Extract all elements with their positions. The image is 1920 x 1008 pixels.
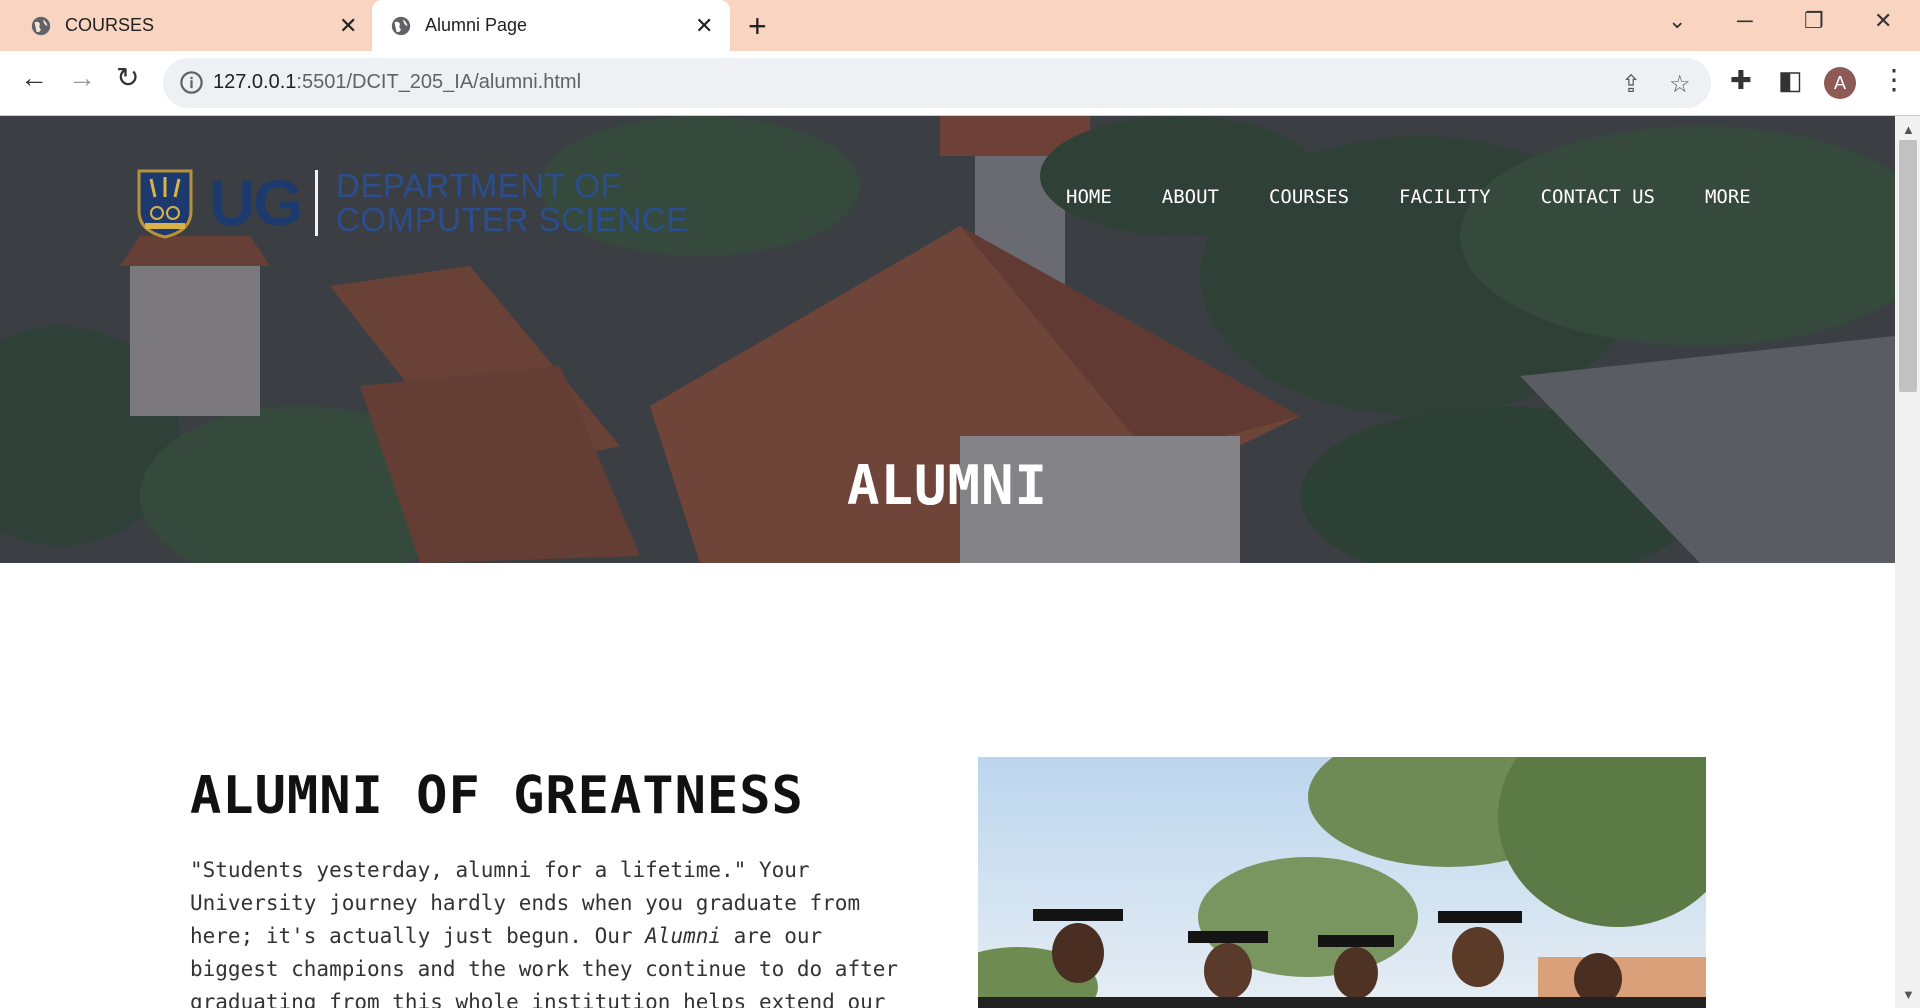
nav-about[interactable]: ABOUT: [1162, 186, 1219, 208]
share-icon[interactable]: ⇪: [1621, 70, 1641, 99]
alumni-emphasis: Alumni: [645, 924, 722, 948]
section-heading: ALUMNI OF GREATNESS: [190, 766, 804, 826]
logo-ug-text: UG: [209, 167, 303, 239]
page-viewport: UG DEPARTMENT OF COMPUTER SCIENCE HOME A…: [0, 116, 1895, 1008]
extensions-icon[interactable]: ✚: [1730, 65, 1752, 96]
browser-tab-bar: COURSES ✕ Alumni Page ✕ + ⌄ ─ ❐ ✕: [0, 0, 1920, 51]
bookmark-star-icon[interactable]: ☆: [1669, 70, 1691, 99]
window-close-icon[interactable]: ✕: [1874, 8, 1892, 34]
close-icon[interactable]: ✕: [695, 13, 713, 39]
new-tab-icon[interactable]: +: [748, 8, 767, 45]
tab-search-chevron-icon[interactable]: ⌄: [1668, 8, 1686, 34]
minimize-icon[interactable]: ─: [1737, 8, 1753, 34]
nav-home[interactable]: HOME: [1066, 186, 1112, 208]
tab-alumni-page[interactable]: Alumni Page ✕: [372, 0, 730, 51]
scrollbar-thumb[interactable]: [1899, 140, 1917, 392]
tab-title: COURSES: [65, 15, 155, 35]
site-nav: HOME ABOUT COURSES FACILITY CONTACT US M…: [1066, 186, 1801, 208]
tab-title: Alumni Page: [425, 15, 528, 35]
hero-title: ALUMNI: [846, 454, 1049, 517]
browser-menu-icon[interactable]: ⋮: [1880, 63, 1908, 96]
globe-icon: [31, 16, 51, 35]
nav-more[interactable]: MORE: [1705, 186, 1751, 208]
info-icon[interactable]: [178, 69, 205, 96]
back-arrow-icon[interactable]: ←: [20, 64, 48, 92]
browser-toolbar: ← → ↻ 127.0.0.1:5501/DCIT_205_IA/alumni.…: [0, 51, 1920, 116]
reload-icon[interactable]: ↻: [116, 64, 139, 92]
section-paragraph: "Students yesterday, alumni for a lifeti…: [190, 858, 899, 1008]
page-scrollbar[interactable]: ▲ ▼: [1895, 116, 1920, 1008]
nav-courses[interactable]: COURSES: [1269, 186, 1349, 208]
url-text[interactable]: 127.0.0.1:5501/DCIT_205_IA/alumni.html: [213, 71, 581, 94]
tab-courses[interactable]: COURSES ✕: [30, 0, 370, 51]
globe-icon: [391, 16, 411, 35]
university-crest-icon: [137, 169, 193, 239]
side-panel-icon[interactable]: ◧: [1778, 65, 1803, 96]
alumni-group-photo: [978, 757, 1706, 1008]
logo-department-line2: COMPUTER SCIENCE: [336, 201, 689, 238]
forward-arrow-icon[interactable]: →: [68, 64, 96, 92]
logo-department-line1: DEPARTMENT OF: [336, 167, 622, 204]
restore-icon[interactable]: ❐: [1804, 8, 1824, 34]
logo-department: DEPARTMENT OF COMPUTER SCIENCE: [336, 169, 689, 237]
hero-banner: UG DEPARTMENT OF COMPUTER SCIENCE HOME A…: [0, 116, 1895, 563]
nav-facility[interactable]: FACILITY: [1399, 186, 1491, 208]
scroll-down-arrow-icon[interactable]: ▼: [1902, 987, 1915, 1002]
nav-contact-us[interactable]: CONTACT US: [1541, 186, 1655, 208]
profile-avatar[interactable]: A: [1824, 67, 1856, 99]
site-logo[interactable]: UG DEPARTMENT OF COMPUTER SCIENCE: [137, 166, 689, 240]
logo-divider: [315, 170, 318, 236]
address-bar[interactable]: 127.0.0.1:5501/DCIT_205_IA/alumni.html ⇪…: [163, 58, 1711, 108]
scroll-up-arrow-icon[interactable]: ▲: [1902, 122, 1915, 137]
close-icon[interactable]: ✕: [339, 13, 357, 39]
